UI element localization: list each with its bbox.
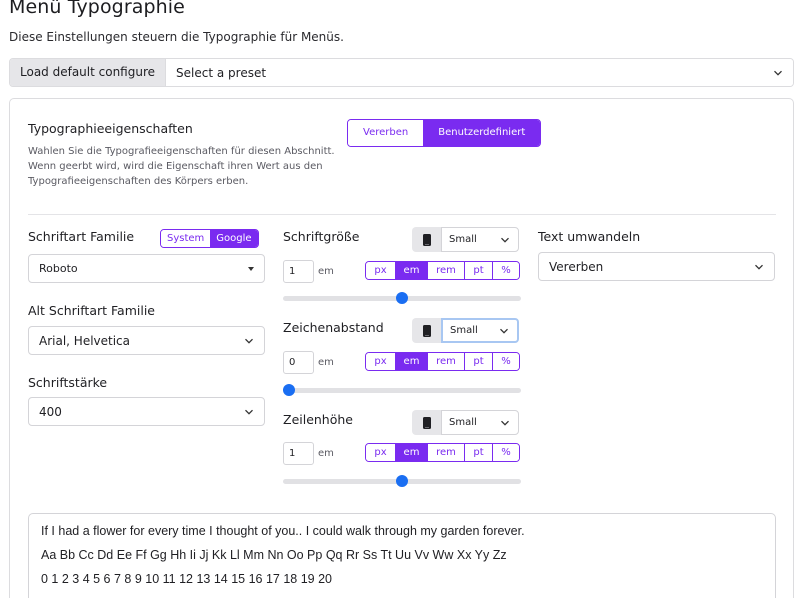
text-transform-value: Vererben [549,259,604,274]
line-height-device-combo: Small [412,410,519,435]
letter-spacing-device-combo: Small [412,318,519,343]
preview-alphabet: Aa Bb Cc Dd Ee Ff Gg Hh Ii Jj Kk Ll Mm N… [41,548,507,562]
line-height-label: Zeilenhöhe [283,412,353,427]
preset-select[interactable]: Select a preset [166,59,793,86]
typography-properties-title: Typographieeigenschaften [28,121,193,136]
letter-spacing-label: Zeichenabstand [283,320,384,335]
unit-px[interactable]: px [366,353,396,370]
font-family-label: Schriftart Familie [28,229,135,244]
inherit-toggle: Vererben Benutzerdefiniert [347,119,542,147]
font-size-unit-label: em [318,266,334,277]
load-default-button[interactable]: Load default configure [10,59,167,86]
unit-percent[interactable]: % [493,444,519,461]
line-height-input[interactable]: 1 [283,442,314,465]
font-size-unit-toggle: px em rem pt % [365,261,520,280]
device-toggle-button[interactable] [412,227,441,252]
slider-thumb[interactable] [396,475,408,487]
font-weight-select[interactable]: 400 [28,397,265,426]
mobile-device-icon [422,416,431,429]
typography-card: Typographieeigenschaften Wahlen Sie die … [9,98,794,598]
text-transform-select[interactable]: Vererben [538,252,775,281]
chevron-down-icon [755,264,763,270]
unit-pt[interactable]: pt [465,353,493,370]
preview-numbers: 0 1 2 3 4 5 6 7 8 9 10 11 12 13 14 15 16… [41,572,332,586]
chevron-down-icon [501,420,509,426]
font-family-select[interactable]: Roboto [28,254,265,283]
divider [28,214,776,215]
inherit-option[interactable]: Vererben [348,120,424,146]
font-source-system[interactable]: System [161,230,211,247]
letter-spacing-input[interactable]: 0 [283,351,314,374]
custom-option[interactable]: Benutzerdefiniert [423,120,541,146]
page-title: Menü Typographie [9,0,185,18]
line-height-unit-toggle: px em rem pt % [365,443,520,462]
preset-select-value: Select a preset [176,65,267,80]
unit-rem[interactable]: rem [428,353,465,370]
unit-px[interactable]: px [366,262,396,279]
unit-pt[interactable]: pt [465,444,493,461]
chevron-down-icon [501,237,509,243]
font-size-device-combo: Small [412,227,519,252]
letter-spacing-device-select[interactable]: Small [441,318,519,343]
font-size-input[interactable]: 1 [283,260,314,283]
font-source-google[interactable]: Google [210,230,258,247]
font-source-toggle: System Google [160,229,259,248]
unit-em[interactable]: em [396,444,428,461]
letter-spacing-unit-toggle: px em rem pt % [365,352,520,371]
chevron-down-icon [245,409,253,415]
device-toggle-button[interactable] [412,318,441,343]
device-toggle-button[interactable] [412,410,441,435]
font-size-slider[interactable] [283,292,521,304]
slider-thumb[interactable] [283,384,295,396]
caret-down-icon [248,266,254,271]
unit-px[interactable]: px [366,444,396,461]
line-height-unit-label: em [318,448,334,459]
text-transform-label: Text umwandeln [538,229,641,244]
font-weight-label: Schriftstärke [28,375,108,390]
unit-percent[interactable]: % [493,353,519,370]
font-family-value: Roboto [39,262,78,275]
letter-spacing-slider[interactable] [283,384,521,396]
unit-pt[interactable]: pt [465,262,493,279]
letter-spacing-unit-label: em [318,357,334,368]
alt-font-family-value: Arial, Helvetica [39,333,131,348]
page-subtitle: Diese Einstellungen steuern die Typograp… [9,30,344,44]
slider-thumb[interactable] [396,292,408,304]
mobile-device-icon [422,233,431,246]
chevron-down-icon [774,70,782,76]
font-weight-value: 400 [39,404,62,419]
preset-bar: Load default configure Select a preset [9,58,794,87]
chevron-down-icon [500,328,508,334]
font-size-label: Schriftgröße [283,229,360,244]
letter-spacing-device-value: Small [450,325,478,336]
line-height-device-select[interactable]: Small [441,410,519,435]
preview-sentence: If I had a flower for every time I thoug… [41,524,525,538]
unit-em[interactable]: em [396,262,428,279]
chevron-down-icon [245,338,253,344]
unit-rem[interactable]: rem [428,444,465,461]
mobile-device-icon [422,324,431,337]
line-height-slider[interactable] [283,475,521,487]
unit-em[interactable]: em [396,353,428,370]
unit-percent[interactable]: % [493,262,519,279]
alt-font-family-select[interactable]: Arial, Helvetica [28,326,265,355]
font-size-device-value: Small [449,234,477,245]
typography-preview: If I had a flower for every time I thoug… [28,513,776,598]
line-height-device-value: Small [449,417,477,428]
font-size-device-select[interactable]: Small [441,227,519,252]
alt-font-family-label: Alt Schriftart Familie [28,303,155,318]
typography-properties-help: Wahlen Sie die Typografieeigenschaften f… [28,146,335,187]
unit-rem[interactable]: rem [428,262,465,279]
